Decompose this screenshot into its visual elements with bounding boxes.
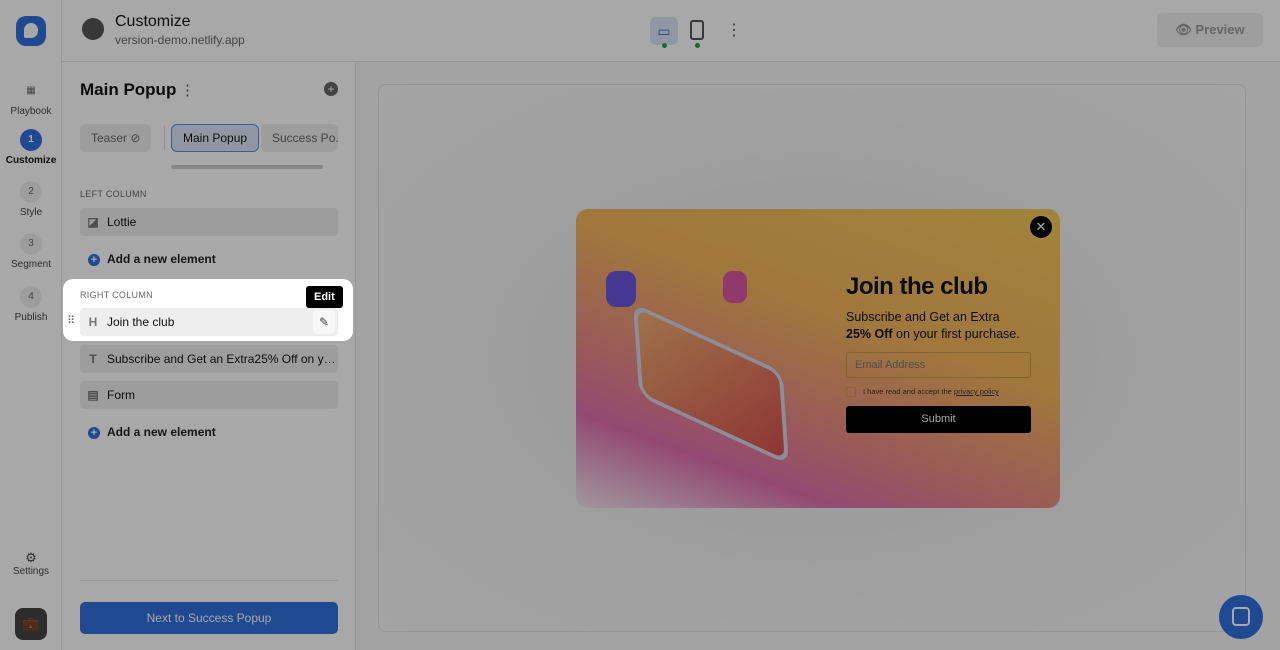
heading-icon: H (88, 315, 98, 329)
element-label: Join the club (107, 315, 175, 329)
right-column-label: RIGHT COLUMN (80, 290, 153, 300)
edit-tooltip: Edit (306, 286, 343, 308)
pencil-icon[interactable]: ✎ (313, 310, 335, 334)
drag-handle-icon[interactable]: ⠿ (67, 314, 75, 327)
element-heading[interactable]: H Join the club ✎ (80, 308, 338, 336)
